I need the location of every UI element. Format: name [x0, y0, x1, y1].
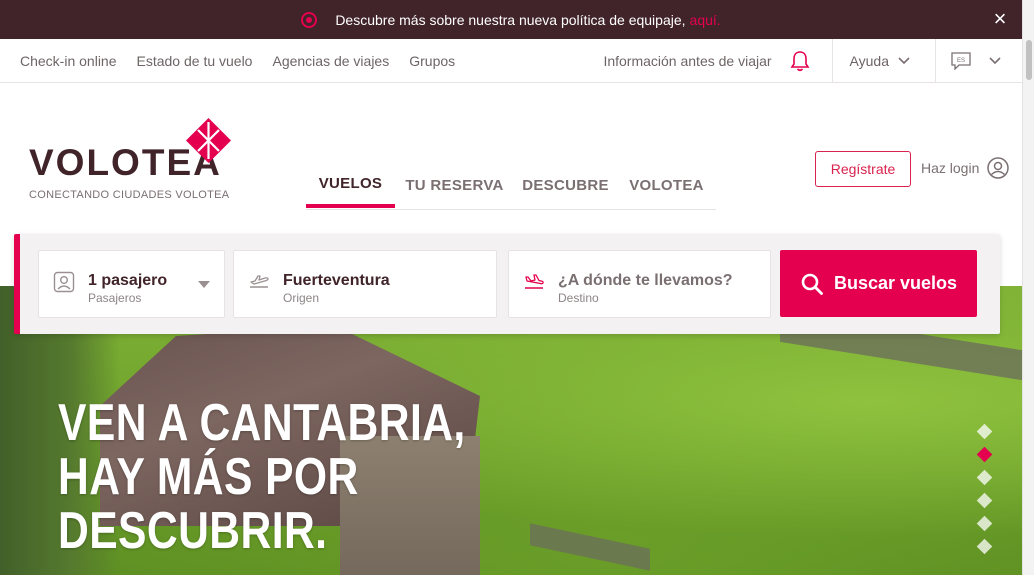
carousel-dot[interactable] — [976, 492, 993, 509]
bell-icon[interactable] — [788, 49, 812, 73]
passengers-selector[interactable]: 1 pasajero Pasajeros — [38, 250, 225, 318]
tab-tu-reserva[interactable]: TU RESERVA — [395, 162, 514, 209]
carousel-dot[interactable] — [976, 515, 993, 532]
search-button-label: Buscar vuelos — [833, 273, 958, 293]
passenger-icon — [53, 271, 75, 293]
origin-value: Fuerteventura — [283, 272, 390, 289]
logo-diamond-icon — [186, 118, 231, 163]
user-icon — [987, 157, 1010, 179]
hero-title-line: HAY MÁS POR — [58, 448, 359, 506]
carousel-dot[interactable] — [976, 469, 993, 486]
caret-down-icon — [198, 281, 210, 288]
help-menu[interactable]: Ayuda — [833, 53, 935, 69]
register-button[interactable]: Regístrate — [815, 151, 911, 187]
language-selector[interactable]: ES — [936, 51, 1022, 70]
hero-title-line: VEN A CANTABRIA, — [58, 394, 466, 452]
origin-field[interactable]: Fuerteventura Origen — [233, 250, 497, 318]
main-tabs: VUELOS TU RESERVA DESCUBRE VOLOTEA — [306, 162, 716, 210]
carousel-indicators — [976, 423, 993, 555]
volotea-logo[interactable]: VOLOTEA CONECTANDO CIUDADES VOLOTEA — [29, 118, 239, 208]
login-label: Haz login — [921, 160, 980, 176]
tab-volotea[interactable]: VOLOTEA — [617, 162, 716, 209]
login-link[interactable]: Haz login — [921, 157, 1010, 179]
destination-label: Destino — [558, 291, 599, 305]
scrollbar[interactable] — [1022, 0, 1034, 575]
chevron-down-icon — [989, 56, 1001, 64]
search-flights-button[interactable]: Buscar vuelos — [780, 250, 977, 317]
flight-search-panel: 1 pasajero Pasajeros Fuerteventura Orige… — [14, 234, 1000, 334]
top-navigation: Check-in online Estado de tu vuelo Agenc… — [0, 38, 1022, 83]
origin-label: Origen — [283, 291, 320, 305]
top-nav-right: Información antes de viajar Ayuda ES — [603, 38, 1022, 83]
close-icon[interactable]: × — [990, 8, 1010, 30]
help-label: Ayuda — [849, 52, 889, 69]
scrollbar-thumb[interactable] — [1026, 40, 1032, 80]
logo-tagline: CONECTANDO CIUDADES VOLOTEA — [29, 189, 230, 201]
search-icon — [801, 273, 823, 295]
announcement-bar: Descubre más sobre nuestra nueva polític… — [0, 0, 1022, 39]
destination-value: ¿A dónde te llevamos? — [558, 272, 733, 289]
language-icon: ES — [951, 51, 971, 70]
tab-vuelos[interactable]: VUELOS — [306, 162, 395, 208]
nav-link-check-in[interactable]: Check-in online — [20, 53, 117, 69]
landing-icon — [525, 274, 544, 289]
language-code: ES — [957, 58, 965, 64]
carousel-dot-active[interactable] — [976, 446, 993, 463]
nav-link-travel-info[interactable]: Información antes de viajar — [603, 53, 787, 69]
announcement-text: Descubre más sobre nuestra nueva polític… — [335, 11, 686, 28]
chevron-down-icon — [898, 56, 910, 64]
hero-stone-wall — [530, 523, 650, 571]
carousel-dot[interactable] — [976, 423, 993, 440]
announcement-link[interactable]: aquí. — [690, 12, 721, 28]
top-nav-links: Check-in online Estado de tu vuelo Agenc… — [20, 53, 455, 69]
nav-link-flight-status[interactable]: Estado de tu vuelo — [137, 53, 253, 69]
carousel-dot[interactable] — [976, 538, 993, 555]
passengers-label: Pasajeros — [88, 291, 142, 305]
passengers-value: 1 pasajero — [88, 272, 168, 289]
hero-title-line: DESCUBRIR. — [58, 502, 328, 560]
nav-link-agencies[interactable]: Agencias de viajes — [272, 53, 389, 69]
record-icon — [301, 11, 318, 28]
nav-link-groups[interactable]: Grupos — [409, 53, 455, 69]
destination-field[interactable]: ¿A dónde te llevamos? Destino — [508, 250, 771, 318]
hero-title: VEN A CANTABRIA, HAY MÁS POR DESCUBRIR. — [58, 396, 466, 558]
tab-descubre[interactable]: DESCUBRE — [514, 162, 617, 209]
takeoff-icon — [250, 275, 269, 288]
